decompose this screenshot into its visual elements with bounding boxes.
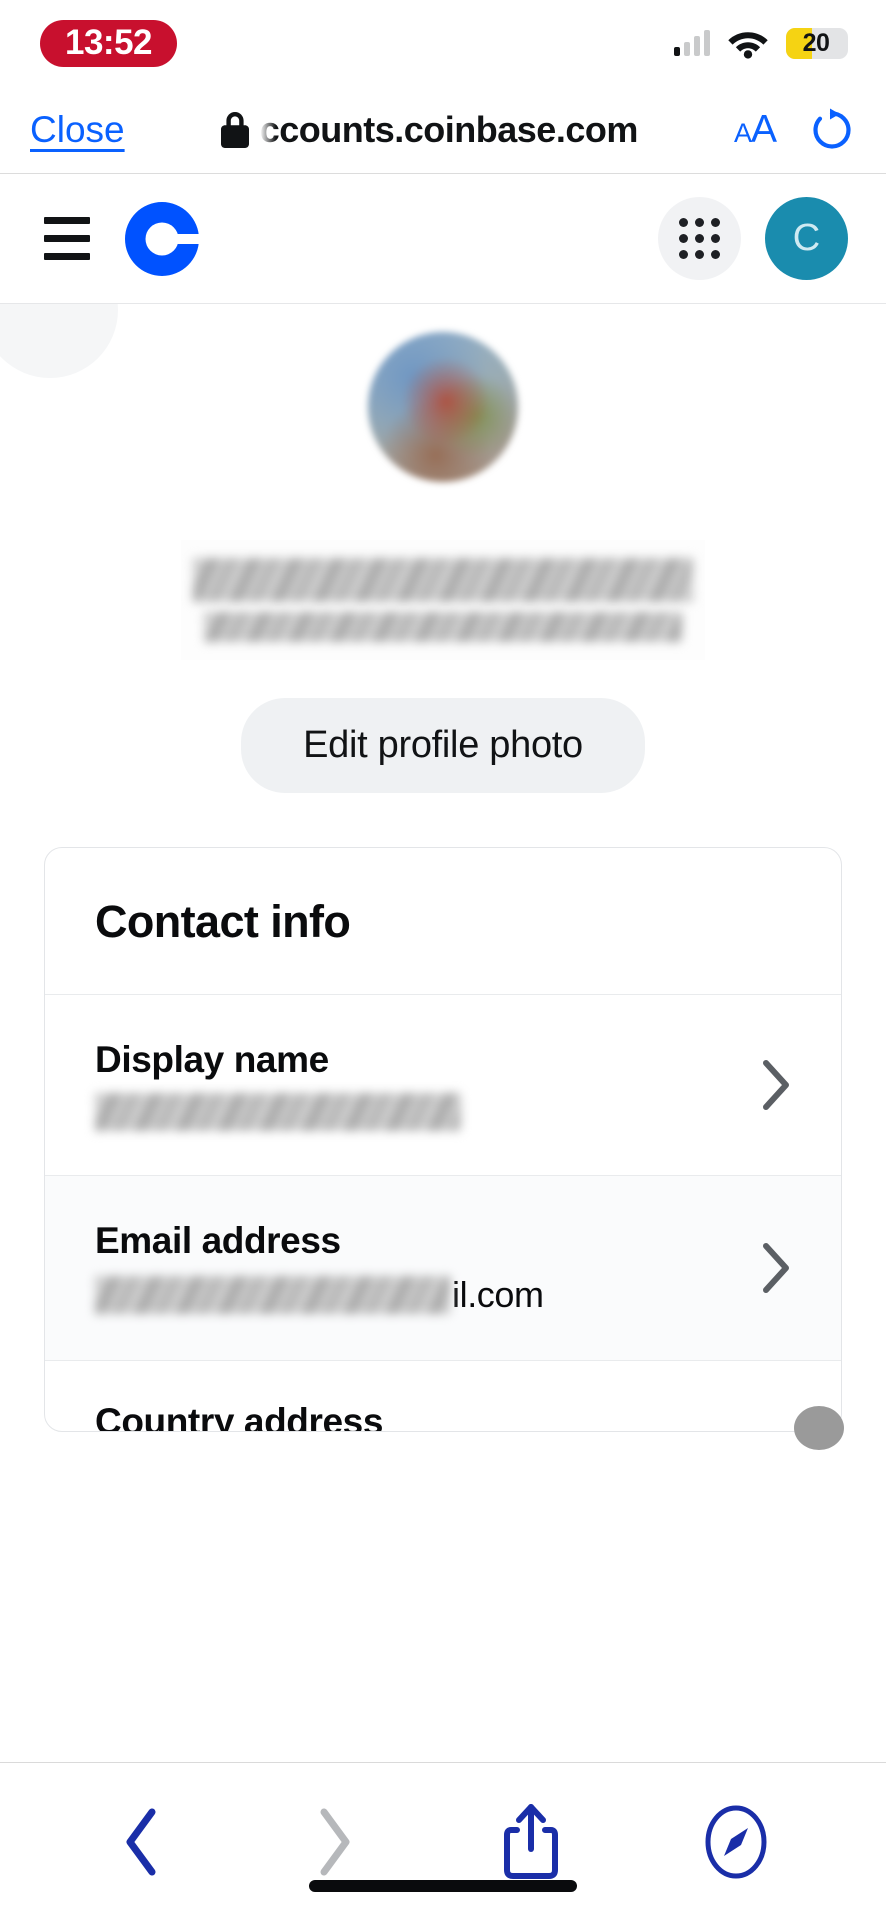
- home-indicator: [309, 1880, 577, 1892]
- battery-percent-label: 20: [802, 28, 830, 57]
- wifi-icon: [728, 31, 768, 59]
- row-display-name-label: Display name: [95, 1039, 329, 1080]
- phone-screen: 13:52 20 Close ccounts.coinbase.com A A …: [0, 0, 886, 1920]
- row-partial-next[interactable]: Country address: [45, 1361, 841, 1431]
- browser-bottom-toolbar: [0, 1762, 886, 1920]
- row-display-name-value: [95, 1093, 739, 1131]
- profile-section: Edit profile photo: [0, 304, 886, 793]
- row-email-address-main: Email address il.com: [95, 1220, 739, 1316]
- status-bar-clock: 13:52: [40, 19, 178, 67]
- identity-block: [181, 540, 705, 660]
- row-email-address-label: Email address: [95, 1220, 341, 1261]
- touch-cursor-indicator: [794, 1406, 844, 1450]
- url-display[interactable]: ccounts.coinbase.com: [125, 109, 734, 151]
- contact-info-card: Contact info Display name Email address: [44, 847, 842, 1432]
- forward-button[interactable]: [310, 1804, 358, 1880]
- battery-icon: 20: [786, 27, 848, 59]
- edit-profile-photo-button[interactable]: Edit profile photo: [241, 698, 645, 793]
- apps-grid-icon[interactable]: [658, 197, 741, 280]
- text-size-large-a: A: [750, 107, 777, 151]
- webpage-content: C Edit profile photo Contact info Displa…: [0, 174, 886, 1762]
- share-button[interactable]: [502, 1803, 560, 1881]
- email-address-redacted: [95, 1276, 450, 1314]
- coinbase-logo-icon[interactable]: [124, 201, 200, 277]
- cellular-signal-icon: [674, 30, 710, 56]
- header-left-group: [44, 201, 200, 277]
- profile-photo[interactable]: [368, 332, 518, 482]
- row-email-address[interactable]: Email address il.com: [45, 1176, 841, 1361]
- chevron-right-icon: [763, 1060, 789, 1110]
- reload-icon[interactable]: [810, 107, 854, 153]
- row-partial-label: Country address: [95, 1401, 384, 1431]
- status-bar-indicators: 20: [674, 27, 848, 59]
- profile-email-redacted: [204, 612, 682, 642]
- row-display-name-main: Display name: [95, 1039, 739, 1131]
- lock-icon: [220, 111, 249, 148]
- status-bar: 13:52 20: [0, 0, 886, 86]
- tabs-button[interactable]: [704, 1803, 768, 1881]
- forward-chevron-icon: [320, 1808, 350, 1875]
- hamburger-menu-icon[interactable]: [44, 217, 90, 260]
- url-text: ccounts.coinbase.com: [259, 108, 639, 150]
- close-button[interactable]: Close: [30, 109, 125, 151]
- chevron-right-icon: [763, 1243, 789, 1293]
- row-email-address-value: il.com: [95, 1274, 739, 1316]
- safari-compass-icon: [705, 1805, 767, 1878]
- text-size-button[interactable]: AA: [733, 107, 777, 152]
- back-chevron-icon: [126, 1808, 156, 1875]
- share-icon: [504, 1803, 558, 1879]
- coinbase-site-header: C: [0, 174, 886, 304]
- card-header: Contact info: [45, 848, 841, 995]
- profile-name-redacted: [193, 558, 693, 602]
- avatar[interactable]: C: [765, 197, 848, 280]
- page-title: Contact info: [95, 896, 351, 947]
- header-right-group: C: [658, 197, 848, 280]
- text-size-small-a: A: [733, 117, 752, 148]
- back-button[interactable]: [118, 1804, 166, 1880]
- row-display-name[interactable]: Display name: [45, 995, 841, 1176]
- browser-url-bar: Close ccounts.coinbase.com AA: [0, 86, 886, 174]
- email-address-visible-tail: il.com: [452, 1274, 544, 1315]
- display-name-redacted: [95, 1093, 461, 1131]
